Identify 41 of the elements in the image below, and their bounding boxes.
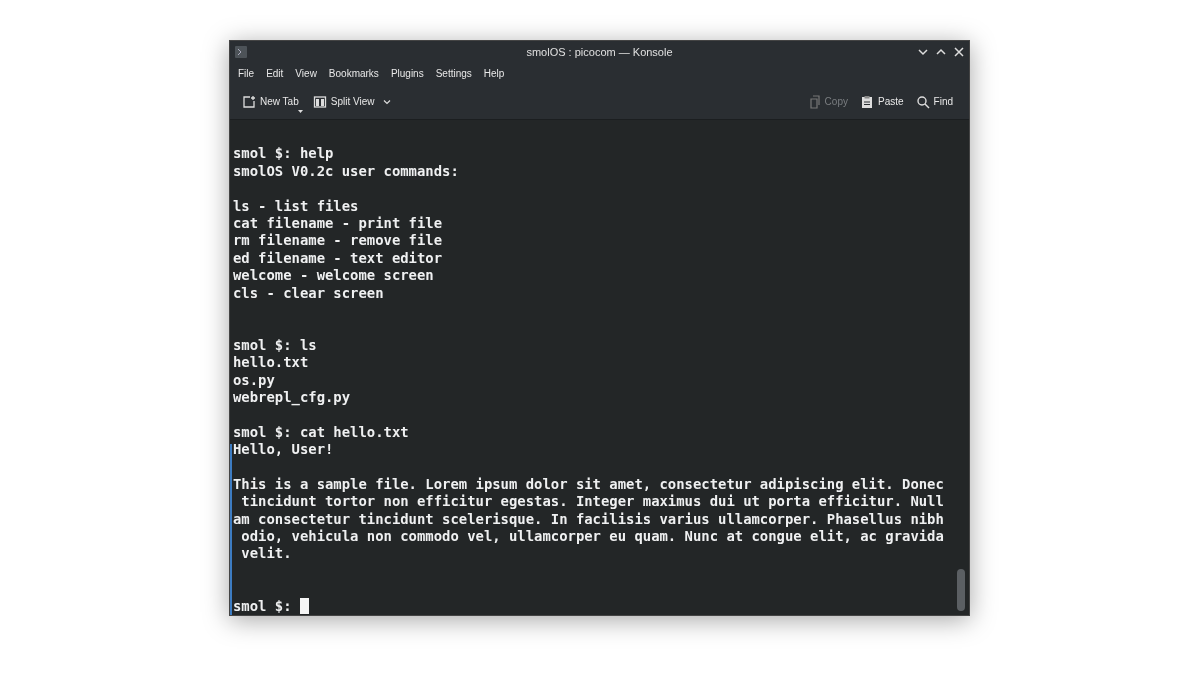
terminal-line: smol $: cat hello.txt	[233, 423, 409, 442]
menu-item[interactable]: Help	[477, 66, 511, 82]
window-title: smolOS : picocom — Konsole	[526, 44, 673, 60]
new-tab-icon	[242, 94, 256, 109]
terminal-line: cat filename - print file	[233, 215, 443, 233]
scrollbar-thumb[interactable]	[957, 569, 965, 611]
terminal-line: os.py	[233, 371, 275, 389]
terminal-line: webrepl_cfg.py	[233, 388, 351, 407]
terminal-line: This is a sample file. Lorem ipsum dolor sit amet, consectetur adipiscing elit. Donec	[233, 475, 944, 494]
dropdown-indicator-icon	[297, 109, 303, 114]
terminal-line: ls - list files	[233, 197, 359, 215]
menu-item[interactable]: Settings	[429, 66, 478, 82]
new-tab-button[interactable]: New Tab	[238, 89, 303, 114]
terminal-line: cls - clear screen	[233, 284, 384, 302]
split-view-icon	[312, 94, 327, 109]
menu-item[interactable]: File	[232, 66, 261, 82]
terminal-line: tincidunt tortor non efficitur egestas. Integer maximus dui ut porta efficitur. Null	[240, 493, 944, 511]
terminal-line: am consectetur tincidunt scelerisque. In facilisis varius ullamcorper. Phasellus nibh	[233, 510, 944, 529]
find-button[interactable]: Find	[911, 89, 957, 114]
split-view-button[interactable]: Split View	[308, 89, 397, 114]
menu-item[interactable]: View	[289, 66, 323, 82]
menu-item[interactable]: Edit	[260, 66, 290, 82]
terminal-line: rm filename - remove file	[233, 232, 443, 250]
terminal-line: velit.	[240, 545, 292, 563]
terminal-line: hello.txt	[233, 354, 309, 372]
terminal-line: smol $: help	[233, 145, 334, 163]
terminal-line: odio, vehicula non commodo vel, ullamcorper eu quam. Nunc at congue elit, ac gravida	[240, 528, 944, 546]
terminal-app-icon	[234, 44, 248, 59]
clipboard-icon	[859, 94, 874, 109]
terminal-line: ed filename - text editor	[233, 249, 443, 268]
terminal-line: welcome - welcome screen	[233, 267, 434, 285]
shell-prompt: smol $:	[233, 597, 293, 615]
terminal-line: smol $: ls	[233, 336, 317, 355]
close-icon[interactable]	[953, 45, 965, 58]
terminal-line: Hello, User!	[233, 441, 334, 459]
paste-button[interactable]: Paste	[855, 89, 908, 114]
text-cursor	[299, 598, 309, 615]
search-icon	[915, 94, 930, 109]
menu-item[interactable]: Plugins	[384, 66, 430, 82]
menu-item[interactable]: Bookmarks	[322, 66, 385, 82]
terminal-line: smolOS V0.2c user commands:	[233, 162, 459, 181]
